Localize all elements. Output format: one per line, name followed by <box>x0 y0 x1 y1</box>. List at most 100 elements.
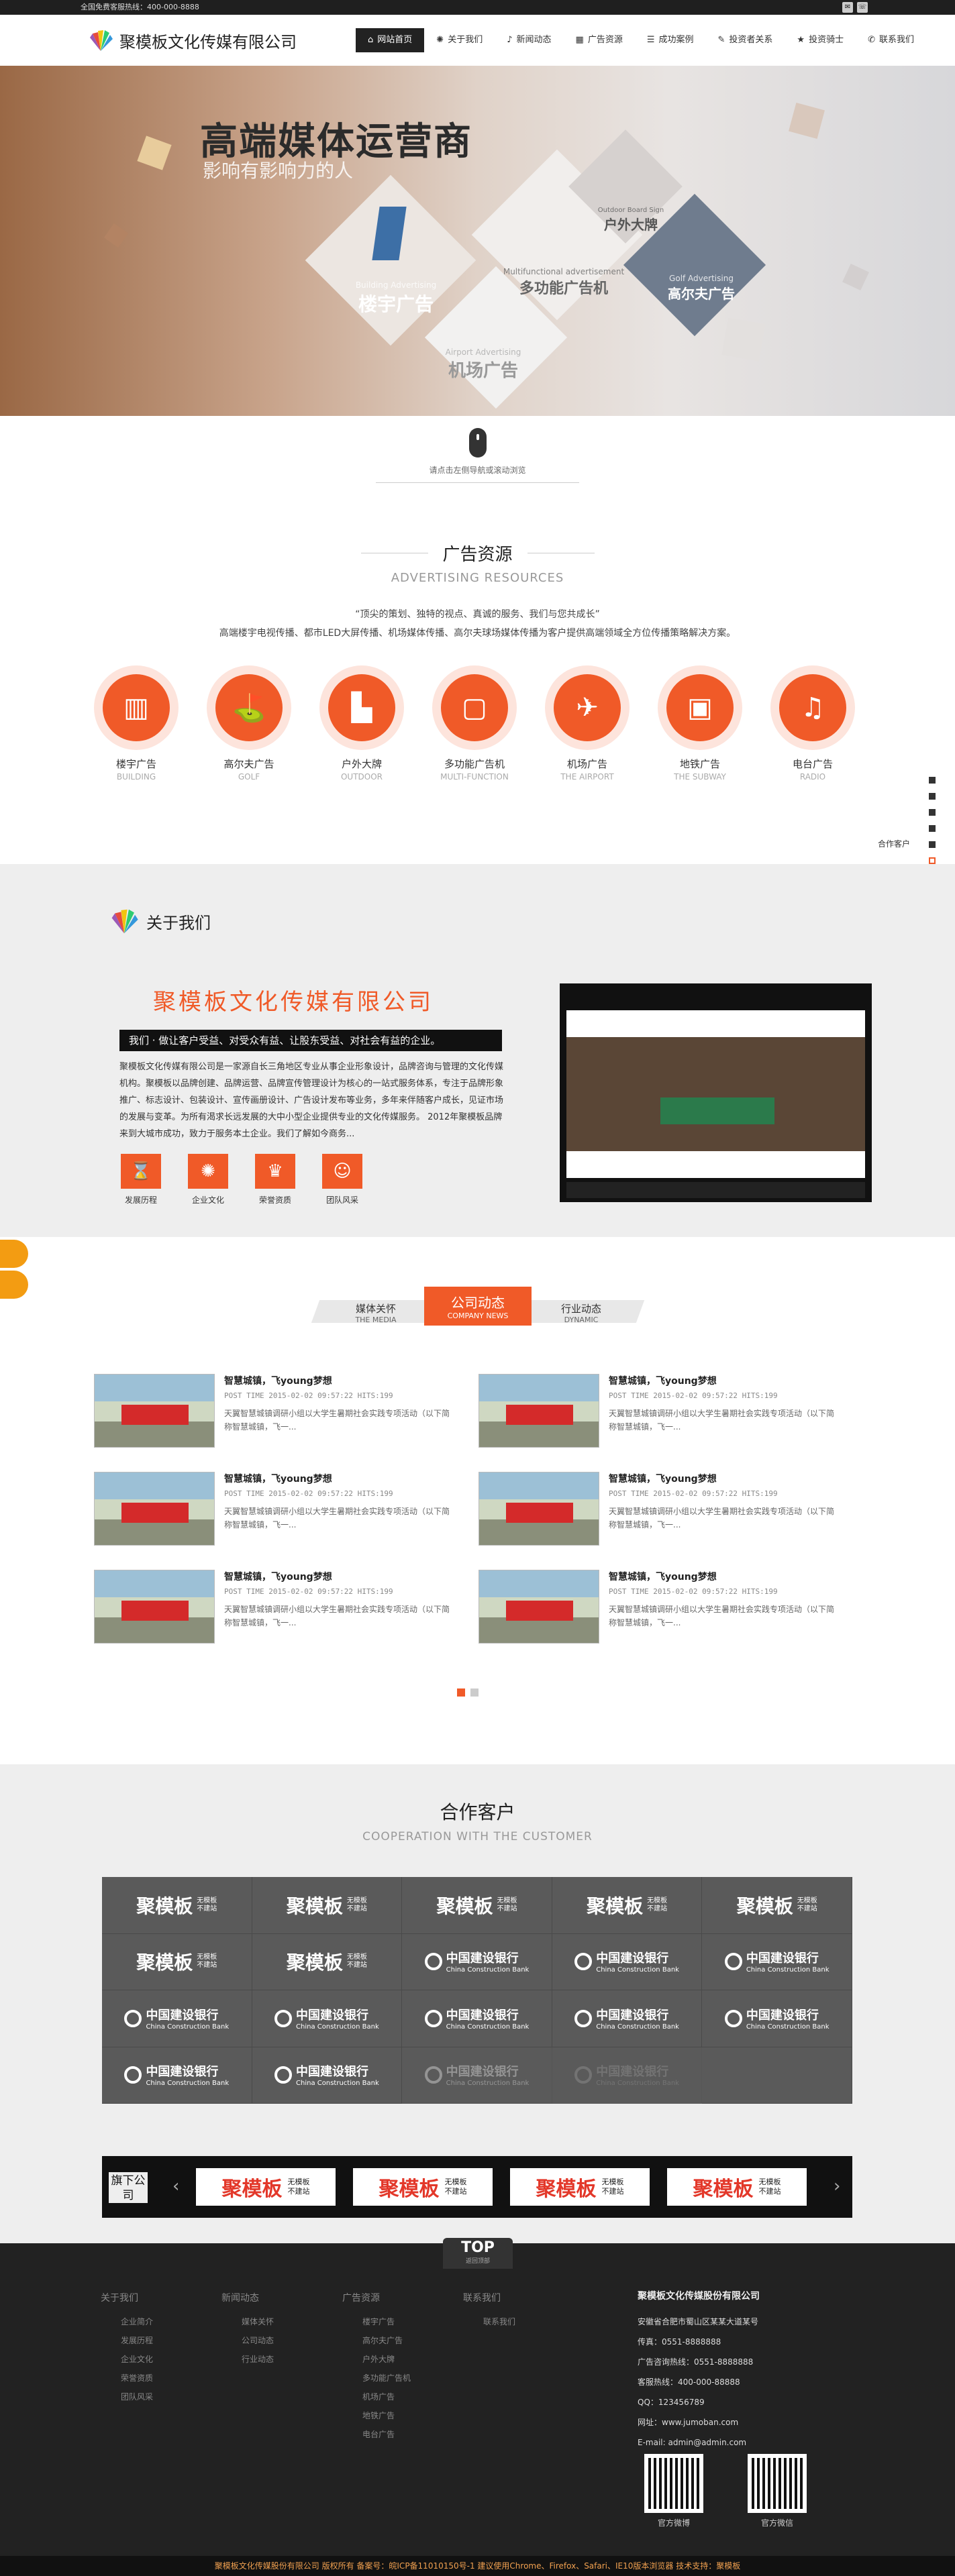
footer-link[interactable]: 发展历程 <box>101 2331 221 2350</box>
footer-link[interactable]: 行业动态 <box>221 2350 342 2369</box>
qq-service-icon[interactable] <box>0 1240 28 1268</box>
client-logo[interactable]: 聚模板 无模板 不建站 <box>102 1877 252 1934</box>
client-logo[interactable]: 聚模板 无模板 不建站 <box>252 1933 403 1990</box>
client-logo[interactable]: 中国建设银行 China Construction Bank <box>552 1990 703 2047</box>
flagship-logo-sub: 无模板 不建站 <box>445 2178 467 2196</box>
nav-home[interactable]: ⌂ 网站首页 <box>356 28 425 52</box>
about-link-culture[interactable]: ✺ 企业文化 <box>188 1154 228 1205</box>
about-link-team[interactable]: ☺ 团队风采 <box>322 1154 362 1205</box>
tab-media[interactable]: 媒体关怀 THE MEDIA <box>336 1301 416 1324</box>
footer-ad-tel: 广告咨询热线：0551-8888888 <box>638 2357 754 2367</box>
pager-dot[interactable] <box>470 1688 479 1697</box>
footer-link[interactable]: 联系我们 <box>463 2312 584 2331</box>
about-video-screenshot[interactable] <box>560 983 872 1202</box>
flagship-company[interactable]: 聚模板 无模板 不建站 <box>510 2168 650 2206</box>
client-logo[interactable]: 聚模板 无模板 不建站 <box>702 1877 852 1934</box>
client-logo[interactable]: 中国建设银行 China Construction Bank <box>252 1990 403 2047</box>
client-logo[interactable]: 中国建设银行 China Construction Bank <box>102 1990 252 2047</box>
footer-link[interactable]: 企业文化 <box>101 2350 221 2369</box>
nav-about[interactable]: ✺ 关于我们 <box>424 28 495 52</box>
nav-cases[interactable]: ☰ 成功案例 <box>635 28 706 52</box>
flagship-company[interactable]: 聚模板 无模板 不建站 <box>196 2168 336 2206</box>
wechat-icon[interactable]: ☏ <box>857 2 868 13</box>
bank-name-cn: 中国建设银行 <box>746 2008 819 2023</box>
news-title[interactable]: 智慧城镇，飞young梦想 <box>609 1374 837 1387</box>
ad-item-building[interactable]: ▥ 楼宇广告 BUILDING <box>94 665 179 782</box>
client-logo[interactable]: 中国建设银行 China Construction Bank <box>402 1933 552 1990</box>
flagship-company[interactable]: 聚模板 无模板 不建站 <box>667 2168 807 2206</box>
news-title[interactable]: 智慧城镇，飞young梦想 <box>224 1472 452 1485</box>
client-logo[interactable]: 中国建设银行 China Construction Bank <box>402 1990 552 2047</box>
arrow-right-icon[interactable]: › <box>834 2176 840 2196</box>
client-logo[interactable]: 聚模板 无模板 不建站 <box>552 1877 703 1934</box>
tab-company-news[interactable]: 公司动态 COMPANY NEWS <box>424 1292 532 1320</box>
footer-link[interactable]: 楼宇广告 <box>342 2312 463 2331</box>
about-link-honor[interactable]: ♛ 荣誉资质 <box>255 1154 295 1205</box>
logo[interactable]: 聚模板文化传媒有限公司 <box>87 27 297 54</box>
news-title[interactable]: 智慧城镇，飞young梦想 <box>609 1570 837 1583</box>
client-logo[interactable]: 聚模板 无模板 不建站 <box>402 1877 552 1934</box>
news-item[interactable]: 智慧城镇，飞young梦想 POST TIME 2015-02-02 09:57:… <box>94 1472 456 1546</box>
pager-dot[interactable] <box>929 809 936 816</box>
footer-link[interactable]: 团队风采 <box>101 2387 221 2406</box>
nav-knight[interactable]: ★ 投资骑士 <box>785 28 856 52</box>
client-logo[interactable]: 中国建设银行 China Construction Bank <box>702 1933 852 1990</box>
news-title[interactable]: 智慧城镇，飞young梦想 <box>224 1570 452 1583</box>
client-logo-sub-line: 无模板 <box>647 1896 668 1904</box>
footer-link[interactable]: 户外大牌 <box>342 2350 463 2369</box>
nav-ads[interactable]: ▦ 广告资源 <box>564 28 635 52</box>
ad-item-airport[interactable]: ✈ 机场广告 THE AIRPORT <box>545 665 630 782</box>
client-logo[interactable]: 中国建设银行 China Construction Bank <box>402 2047 552 2104</box>
back-to-top-button[interactable]: TOP 返回顶部 <box>443 2238 513 2269</box>
pager-dot-active[interactable] <box>457 1688 465 1697</box>
footer-link[interactable]: 荣誉资质 <box>101 2369 221 2387</box>
client-logo[interactable]: 中国建设银行 China Construction Bank <box>102 2047 252 2104</box>
footer-link[interactable]: 公司动态 <box>221 2331 342 2350</box>
news-item[interactable]: 智慧城镇，飞young梦想 POST TIME 2015-02-02 09:57:… <box>94 1374 456 1448</box>
weibo-icon[interactable]: ✉ <box>842 2 853 13</box>
pager-dot-active[interactable] <box>929 857 936 864</box>
footer-link[interactable]: 高尔夫广告 <box>342 2331 463 2350</box>
footer-email[interactable]: E-mail: admin@admin.com <box>638 2432 760 2453</box>
bank-name-en: China Construction Bank <box>596 1966 679 1974</box>
pager-dot[interactable] <box>929 825 936 832</box>
footer-link[interactable]: 多功能广告机 <box>342 2369 463 2387</box>
nav-investor[interactable]: ✎ 投资者关系 <box>706 28 785 52</box>
footer-web[interactable]: 网址：www.jumoban.com <box>638 2412 760 2432</box>
ad-item-multi[interactable]: ▢ 多功能广告机 MULTI-FUNCTION <box>432 665 517 782</box>
client-logo[interactable]: 中国建设银行 China Construction Bank <box>552 1933 703 1990</box>
news-item[interactable]: 智慧城镇，飞young梦想 POST TIME 2015-02-02 09:57:… <box>479 1570 841 1644</box>
client-logo[interactable]: 中国建设银行 China Construction Bank <box>552 2047 703 2104</box>
pager-dot[interactable] <box>929 793 936 800</box>
tab-dynamic[interactable]: 行业动态 DYNAMIC <box>541 1301 621 1324</box>
ad-item-golf[interactable]: ⛳ 高尔夫广告 GOLF <box>207 665 291 782</box>
pager-dot[interactable] <box>929 777 936 784</box>
news-title[interactable]: 智慧城镇，飞young梦想 <box>609 1472 837 1485</box>
client-logo[interactable] <box>702 2047 852 2104</box>
client-logo[interactable]: 中国建设银行 China Construction Bank <box>702 1990 852 2047</box>
footer-link[interactable]: 企业简介 <box>101 2312 221 2331</box>
arrow-left-icon[interactable]: ‹ <box>172 2176 179 2196</box>
ad-item-radio[interactable]: ♫ 电台广告 RADIO <box>770 665 855 782</box>
qq-service-icon[interactable] <box>0 1271 28 1299</box>
pager-dot[interactable] <box>929 841 936 848</box>
nav-contact[interactable]: ✆ 联系我们 <box>856 28 926 52</box>
footer-link[interactable]: 地铁广告 <box>342 2406 463 2425</box>
client-logo[interactable]: 聚模板 无模板 不建站 <box>252 1877 403 1934</box>
news-item[interactable]: 智慧城镇，飞young梦想 POST TIME 2015-02-02 09:57:… <box>479 1374 841 1448</box>
mouse-icon[interactable] <box>469 428 487 458</box>
news-item[interactable]: 智慧城镇，飞young梦想 POST TIME 2015-02-02 09:57:… <box>94 1570 456 1644</box>
nav-news[interactable]: ♪ 新闻动态 <box>495 28 563 52</box>
footer-link[interactable]: 媒体关怀 <box>221 2312 342 2331</box>
video-controls[interactable] <box>566 1182 865 1198</box>
client-logo[interactable]: 中国建设银行 China Construction Bank <box>252 2047 403 2104</box>
news-title[interactable]: 智慧城镇，飞young梦想 <box>224 1374 452 1387</box>
flagship-company[interactable]: 聚模板 无模板 不建站 <box>353 2168 493 2206</box>
news-item[interactable]: 智慧城镇，飞young梦想 POST TIME 2015-02-02 09:57:… <box>479 1472 841 1546</box>
footer-link[interactable]: 机场广告 <box>342 2387 463 2406</box>
about-link-history[interactable]: ⌛ 发展历程 <box>121 1154 161 1205</box>
ad-item-outdoor[interactable]: ▙ 户外大牌 OUTDOOR <box>319 665 404 782</box>
ad-item-subway[interactable]: ▣ 地铁广告 THE SUBWAY <box>658 665 742 782</box>
footer-link[interactable]: 电台广告 <box>342 2425 463 2444</box>
client-logo[interactable]: 聚模板 无模板 不建站 <box>102 1933 252 1990</box>
